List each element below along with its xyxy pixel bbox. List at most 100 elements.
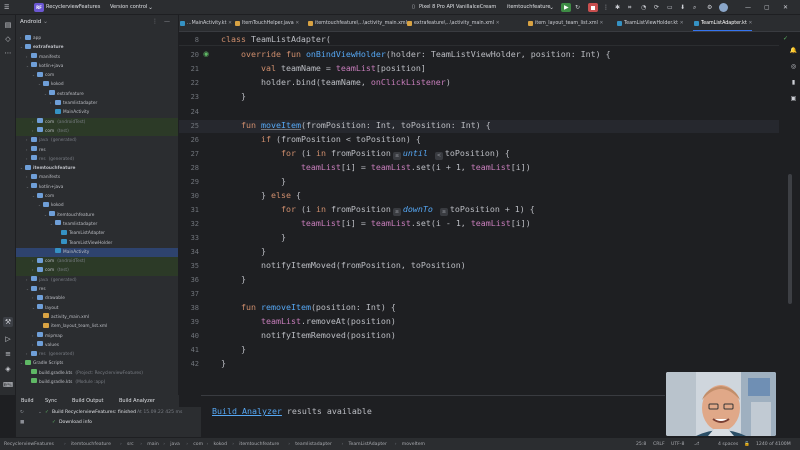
override-gutter-icon[interactable]: ◉ xyxy=(203,50,209,58)
tree-item[interactable]: › manifests xyxy=(16,53,178,62)
build-tab-build[interactable]: Build xyxy=(21,395,34,407)
tab-4[interactable]: extrafeature\...\activity_main.xml ✕ xyxy=(406,15,500,31)
project-badge[interactable]: RF xyxy=(34,3,44,12)
tree-item[interactable]: › res (generated) xyxy=(16,350,178,359)
line-separator[interactable]: CRLF xyxy=(653,438,665,450)
breadcrumb-item[interactable]: TeamListAdapter xyxy=(349,438,387,450)
hide-panel-icon[interactable]: — xyxy=(164,18,170,25)
breadcrumb-item[interactable]: itemtouchfeature xyxy=(239,438,279,450)
tree-item[interactable]: TeamListAdapter xyxy=(16,229,178,238)
git-icon[interactable]: ⎇ xyxy=(694,438,699,450)
more-tools-icon[interactable]: ⋯ xyxy=(3,48,13,58)
device-manager-icon[interactable]: ▭ xyxy=(667,3,673,12)
tab-6[interactable]: TeamListViewHolder.kt ✕ xyxy=(616,15,684,31)
project-name[interactable]: RecyclerviewFeatures xyxy=(46,3,100,12)
minimize-icon[interactable]: — xyxy=(745,3,751,12)
tab-3[interactable]: itemtouchfeature\...\activity_main.xml ✕ xyxy=(307,15,412,31)
tree-item[interactable]: › com (androidTest) xyxy=(16,117,178,127)
tree-item[interactable]: ⌄ kotlin+java xyxy=(16,62,178,71)
device-selector[interactable]: Pixel 8 Pro API VanillaIceCream xyxy=(419,3,496,12)
build-tab-build-analyzer[interactable]: Build Analyzer xyxy=(119,395,155,407)
tree-item[interactable]: › com (test) xyxy=(16,266,178,276)
breadcrumb-item[interactable]: teamlistadapter xyxy=(295,438,332,450)
tree-item[interactable]: ⌄ kotlin+java xyxy=(16,183,178,192)
tree-item[interactable]: build.gradle.kts (Project: RecyclerviewFe… xyxy=(16,369,178,378)
chevron-down-icon[interactable]: ⌄ xyxy=(43,18,48,25)
options-icon[interactable]: ⋮ xyxy=(152,18,158,25)
close-icon[interactable]: ✕ xyxy=(747,21,752,26)
tree-item[interactable]: ⌄ kokod xyxy=(16,201,178,210)
code-line[interactable]: } xyxy=(241,246,266,257)
memory-indicator[interactable]: 1240 of 4100M xyxy=(756,438,791,450)
sdk-manager-icon[interactable]: ⬇ xyxy=(680,3,685,12)
code-line[interactable]: } xyxy=(241,274,246,285)
tree-item[interactable]: ⌄ kokod xyxy=(16,80,178,89)
version-control-menu[interactable]: Version control xyxy=(110,3,147,12)
stop-button[interactable] xyxy=(588,3,598,12)
tree-item[interactable]: build.gradle.kts (Module :app) xyxy=(16,378,178,387)
run-button[interactable]: ▶ xyxy=(561,3,571,12)
code-line[interactable]: notifyItemMoved(fromPosition, toPosition… xyxy=(241,260,466,271)
main-menu-icon[interactable]: ☰ xyxy=(4,3,9,12)
gradle-icon[interactable]: ◎ xyxy=(789,62,798,71)
tree-item[interactable]: item_layout_team_list.xml xyxy=(16,322,178,331)
tree-item[interactable]: ⌄ extrafeature xyxy=(16,43,178,52)
file-encoding[interactable]: UTF-8 xyxy=(671,438,684,450)
attach-debugger-icon[interactable]: ⌗ xyxy=(628,3,631,12)
code-line[interactable]: for (i in fromPosition ≥ downTo ≥ toPositio… xyxy=(241,204,535,216)
tree-item[interactable]: › res (generated) xyxy=(16,155,178,164)
breadcrumb-item[interactable]: kokod xyxy=(214,438,228,450)
code-line[interactable]: } xyxy=(241,176,286,187)
breadcrumb-item[interactable]: main xyxy=(147,438,158,450)
tree-item[interactable]: › values xyxy=(16,341,178,350)
tree-item[interactable]: › com (androidTest) xyxy=(16,257,178,267)
tab-5[interactable]: item_layout_team_list.xml ✕ xyxy=(527,15,603,31)
settings-icon[interactable]: ⚙ xyxy=(707,3,712,12)
tree-item[interactable]: activity_main.xml xyxy=(16,313,178,322)
build-subtask-label[interactable]: Download info xyxy=(59,420,92,425)
logcat-tool-icon[interactable]: ≡ xyxy=(3,349,13,359)
chevron-down-icon[interactable]: ⌄ xyxy=(38,410,42,415)
code-line[interactable]: if (fromPosition < toPosition) { xyxy=(241,134,421,145)
code-line[interactable]: } else { xyxy=(241,190,301,201)
tree-item[interactable]: › drawable xyxy=(16,294,178,303)
running-devices-icon[interactable]: ▣ xyxy=(789,94,798,103)
close-icon[interactable]: ✕ xyxy=(226,21,232,26)
tree-item[interactable]: TeamListViewHolder xyxy=(16,239,178,248)
tree-item[interactable]: ⌄ layout xyxy=(16,304,178,313)
code-line[interactable]: holder.bind(teamName, onClickListener) xyxy=(241,77,451,88)
tree-item[interactable]: › res xyxy=(16,146,178,155)
code-line[interactable]: } xyxy=(241,344,246,355)
tree-item[interactable]: ⌄ extrafeature xyxy=(16,90,178,99)
project-tool-icon[interactable]: ▤ xyxy=(3,20,13,30)
tree-item[interactable]: MainActivity xyxy=(16,108,178,117)
tree-item[interactable]: MainActivity xyxy=(16,247,178,258)
run-config-selector[interactable]: itemtouchfeature xyxy=(507,3,550,12)
code-line[interactable]: fun moveItem(fromPosition: Int, toPositi… xyxy=(241,120,491,131)
build-analyzer-link[interactable]: Build Analyzer xyxy=(212,406,282,416)
tab-7[interactable]: TeamListAdapter.kt ✕ xyxy=(693,15,753,31)
code-line[interactable]: class TeamListAdapter( xyxy=(221,34,331,45)
tree-item[interactable]: ⌄ res xyxy=(16,285,178,294)
code-line[interactable]: teamList.removeAt(position) xyxy=(241,316,396,327)
build-tab-sync[interactable]: Sync xyxy=(45,395,57,407)
close-icon[interactable]: ✕ xyxy=(678,21,684,26)
indent-setting[interactable]: 4 spaces xyxy=(718,438,738,450)
close-icon[interactable]: ✕ xyxy=(783,3,788,12)
code-line[interactable]: for (i in fromPosition ≤ until < toPosition… xyxy=(241,148,510,160)
close-icon[interactable]: ✕ xyxy=(598,21,603,26)
chevron-down-icon[interactable]: ⌄ xyxy=(148,3,153,12)
code-line[interactable]: } xyxy=(221,358,226,369)
build-task-label[interactable]: Build RecyclerviewFeatures: finished xyxy=(52,410,136,415)
breadcrumb-item[interactable]: itemtouchfeature xyxy=(71,438,111,450)
close-icon[interactable]: ✕ xyxy=(494,21,500,26)
lock-icon[interactable]: 🔓 xyxy=(744,438,750,450)
tree-item[interactable]: › app xyxy=(16,34,178,43)
breadcrumb-item[interactable]: src xyxy=(127,438,134,450)
maximize-icon[interactable]: ▢ xyxy=(764,3,770,12)
tree-item[interactable]: ⌄ teamlistadapter xyxy=(16,220,178,229)
commit-tool-icon[interactable]: ◇ xyxy=(3,34,13,44)
tree-item[interactable]: ⌄ Gradle Scripts xyxy=(16,359,178,368)
sync-icon[interactable]: ⟳ xyxy=(654,3,659,12)
run-tool-icon[interactable]: ▷ xyxy=(3,334,13,344)
